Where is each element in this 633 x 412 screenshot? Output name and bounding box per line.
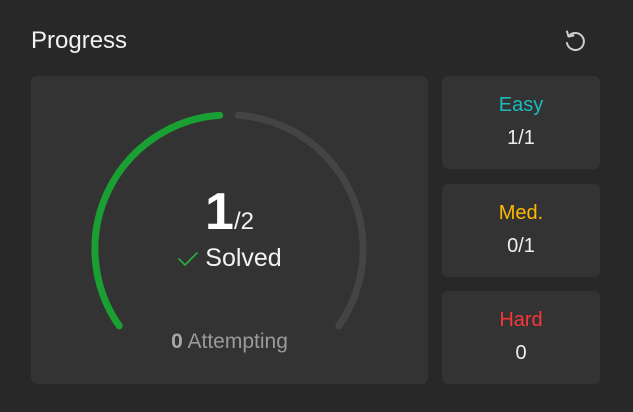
check-icon xyxy=(178,251,199,266)
difficulty-card-medium[interactable]: Med. 0/1 xyxy=(442,184,600,277)
attempting-count: 0 xyxy=(171,330,183,353)
difficulty-value: 0/1 xyxy=(507,235,535,257)
reset-icon xyxy=(566,30,585,51)
attempting-label: Attempting xyxy=(187,330,288,353)
page-title: Progress xyxy=(31,27,128,54)
solved-label: Solved xyxy=(205,244,282,272)
difficulty-card-hard[interactable]: Hard 0 xyxy=(442,291,600,384)
solved-number: 1 xyxy=(205,183,234,241)
difficulty-card-easy[interactable]: Easy 1/1 xyxy=(442,76,600,169)
difficulty-label: Easy xyxy=(498,94,544,116)
reset-button[interactable] xyxy=(560,26,590,56)
solved-count: 1/2 xyxy=(31,184,428,253)
difficulty-label: Hard xyxy=(499,309,543,331)
solved-summary-card: 1/2 Solved 0 Attempting xyxy=(31,76,428,384)
difficulty-value: 0 xyxy=(515,342,527,364)
solved-row: Solved xyxy=(31,244,428,273)
difficulty-label: Med. xyxy=(498,202,544,224)
difficulty-value: 1/1 xyxy=(507,127,535,149)
attempting-row: 0 Attempting xyxy=(31,330,428,354)
total-number: /2 xyxy=(233,208,254,235)
